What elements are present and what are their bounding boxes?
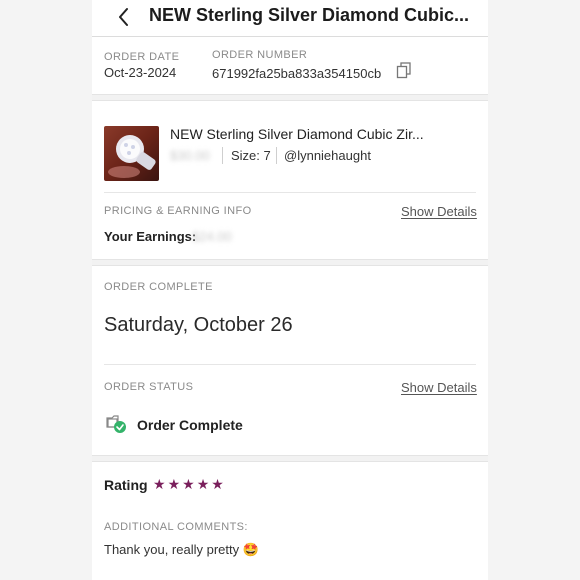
star-icon: ★ <box>182 476 195 492</box>
order-date-value: Oct-23-2024 <box>104 65 177 80</box>
star-icon: ★ <box>211 476 224 492</box>
page-title: NEW Sterling Silver Diamond Cubic... <box>149 5 470 25</box>
earnings-label: Your Earnings: <box>104 229 197 244</box>
pricing-show-details-link[interactable]: Show Details <box>401 204 477 219</box>
order-status-value: Order Complete <box>137 417 243 433</box>
comment-text: Thank you, really pretty <box>104 542 240 557</box>
header-divider <box>92 36 488 37</box>
status-show-details-link[interactable]: Show Details <box>401 380 477 395</box>
order-complete-date: Saturday, October 26 <box>104 314 293 336</box>
star-icon: ★ <box>167 476 181 492</box>
star-icon: ★ <box>153 476 166 492</box>
star-icon: ★ <box>196 476 210 492</box>
right-margin <box>488 0 580 580</box>
item-title[interactable]: NEW Sterling Silver Diamond Cubic Zir... <box>170 126 424 142</box>
section-separator <box>92 259 488 266</box>
rating-label: Rating <box>104 477 148 493</box>
item-price: $30.00 <box>170 148 210 163</box>
order-details-panel: NEW Sterling Silver Diamond Cubic... ORD… <box>92 0 488 580</box>
rating-stars: ★ ★ ★ ★ ★ <box>153 476 226 494</box>
copy-icon <box>396 62 411 79</box>
item-divider <box>276 147 277 164</box>
copy-order-number-button[interactable] <box>396 62 412 80</box>
comments-label: ADDITIONAL COMMENTS: <box>104 521 248 533</box>
section-separator <box>92 455 488 462</box>
section-separator <box>92 94 488 101</box>
order-complete-label: ORDER COMPLETE <box>104 281 213 293</box>
comment-text-row: Thank you, really pretty 🤩 <box>104 542 259 558</box>
order-number-value: 671992fa25ba833a354150cb <box>212 66 382 81</box>
star-struck-emoji-icon: 🤩 <box>242 542 259 557</box>
complete-divider-line <box>104 364 476 365</box>
item-divider <box>222 147 223 164</box>
earnings-value: $24.00 <box>192 229 232 244</box>
pricing-label: PRICING & EARNING INFO <box>104 205 252 217</box>
left-margin <box>0 0 92 580</box>
item-size: Size: 7 <box>231 148 271 163</box>
back-chevron-icon <box>119 8 128 26</box>
order-status-label: ORDER STATUS <box>104 381 194 393</box>
order-number-label: ORDER NUMBER <box>212 49 308 61</box>
order-complete-icon <box>106 415 128 435</box>
item-divider-line <box>104 192 476 193</box>
order-date-label: ORDER DATE <box>104 51 180 63</box>
seller-username[interactable]: @lynniehaught <box>284 148 371 163</box>
back-button[interactable] <box>112 4 136 30</box>
item-thumbnail[interactable] <box>104 126 159 181</box>
